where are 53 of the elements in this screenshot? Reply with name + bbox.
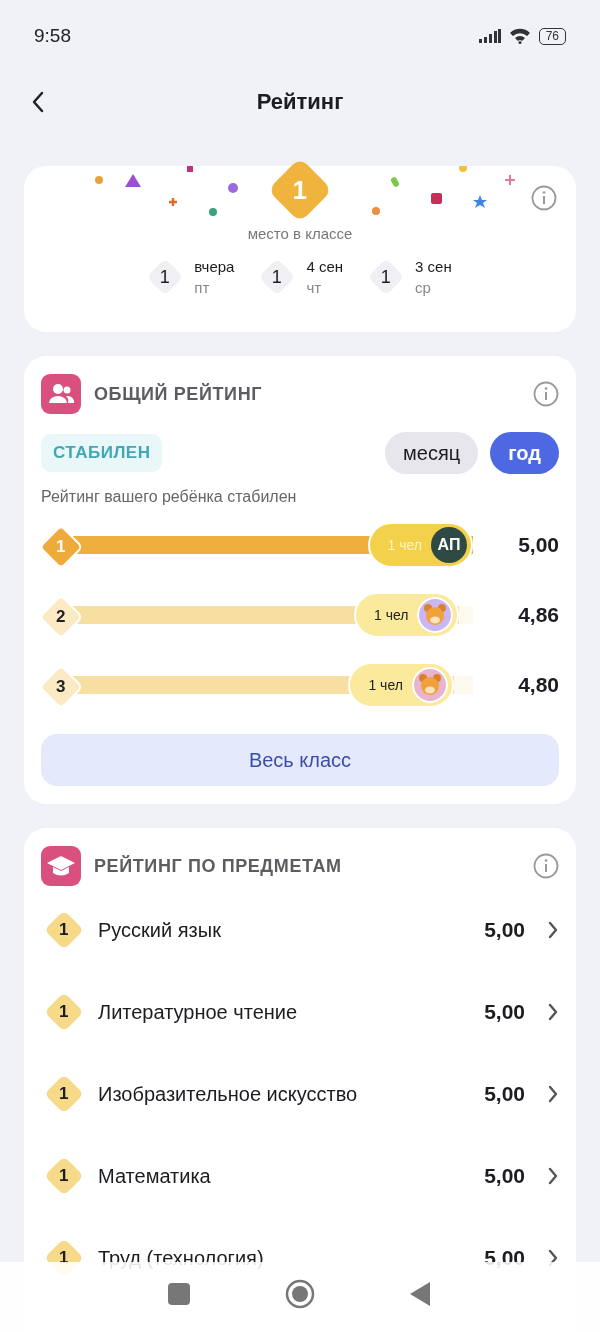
chevron-right-icon[interactable]	[547, 1084, 559, 1104]
status-time: 9:58	[34, 25, 71, 47]
initials-avatar: АП	[431, 527, 467, 563]
score-value: 5,00	[484, 1082, 525, 1106]
people-icon	[41, 374, 81, 414]
weekday-label: ср	[415, 278, 432, 298]
score-value: 5,00	[484, 1164, 525, 1188]
home-icon[interactable]	[285, 1279, 315, 1309]
count-pill: 1 чел	[348, 662, 454, 708]
graduation-cap-icon	[41, 846, 81, 886]
back-triangle-icon[interactable]	[410, 1282, 433, 1306]
info-icon[interactable]	[533, 381, 559, 407]
chevron-right-icon[interactable]	[547, 920, 559, 940]
score-value: 5,00	[518, 533, 559, 557]
count-pill: 1 чел	[353, 592, 460, 638]
wifi-icon	[508, 28, 531, 44]
subject-name[interactable]: Литературное чтение	[98, 1000, 298, 1024]
subject-name[interactable]: Труд (технология)	[98, 1246, 264, 1270]
rank-badge: 1	[44, 992, 84, 1032]
score-value: 5,00	[484, 918, 525, 942]
score-value: 5,00	[484, 1246, 525, 1270]
rank-badge: 1	[44, 1156, 84, 1196]
recents-icon[interactable]	[167, 1283, 190, 1305]
battery-indicator: 76	[538, 27, 566, 45]
back-icon[interactable]	[31, 91, 45, 113]
whole-class-button[interactable]: Весь класс	[41, 734, 559, 786]
period-tab[interactable]: месяц	[385, 432, 479, 474]
info-icon[interactable]	[533, 853, 559, 879]
rank-badge: 1	[44, 1074, 84, 1114]
rank-badge: 1	[44, 910, 84, 950]
day-label: 3 сен	[415, 257, 452, 277]
day-label: 4 сен	[306, 257, 344, 277]
score-value: 4,86	[518, 603, 559, 627]
info-icon[interactable]	[531, 185, 557, 211]
place-caption: место в классе	[247, 225, 353, 242]
page-title: Рейтинг	[256, 89, 344, 115]
rating-description: Рейтинг вашего ребёнка стабилен	[41, 488, 298, 506]
score-value: 4,80	[518, 673, 559, 697]
score-value: 5,00	[484, 1000, 525, 1024]
weekday-label: пт	[194, 278, 211, 298]
section-title: РЕЙТИНГ ПО ПРЕДМЕТАМ	[94, 855, 342, 877]
subject-name[interactable]: Русский язык	[98, 918, 221, 942]
count-pill: 1 чел АП	[367, 522, 473, 568]
section-title: ОБЩИЙ РЕЙТИНГ	[94, 383, 263, 405]
chevron-right-icon[interactable]	[547, 1166, 559, 1186]
signal-icon	[478, 29, 501, 43]
trend-badge: СТАБИЛЕН	[41, 434, 163, 472]
weekday-label: чт	[306, 278, 323, 298]
period-tab[interactable]: год	[490, 432, 559, 474]
subject-name[interactable]: Математика	[98, 1164, 211, 1188]
subject-name[interactable]: Изобразительное искусство	[98, 1082, 358, 1106]
chevron-right-icon[interactable]	[547, 1002, 559, 1022]
day-label: вчера	[194, 257, 235, 277]
